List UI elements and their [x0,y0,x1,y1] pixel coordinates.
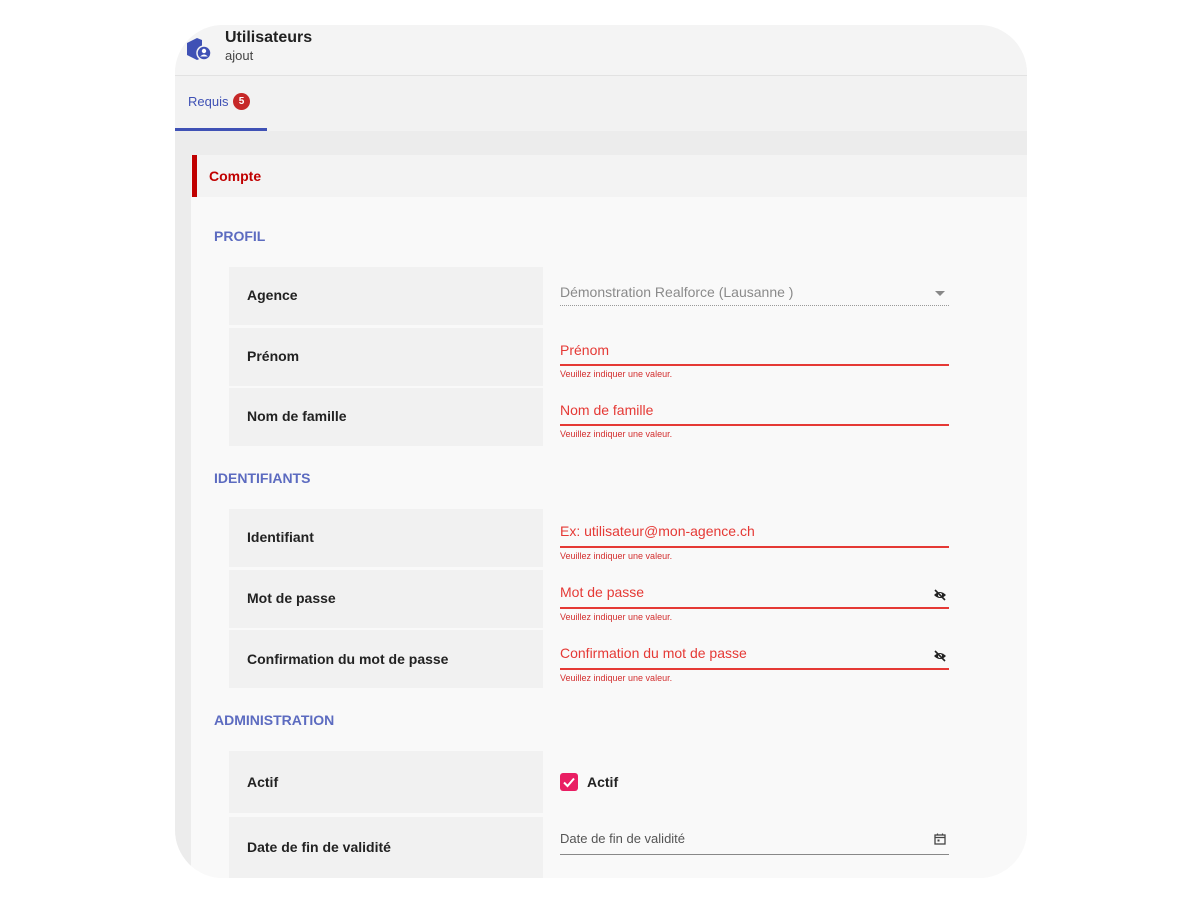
form-content: Compte PROFIL Agence Démonstration Realf… [191,155,1027,878]
field-label: Mot de passe [247,590,336,606]
input-placeholder: Prénom [560,342,610,358]
field-label: Confirmation du mot de passe [247,651,449,667]
tab-label: Requis [188,94,229,109]
input-placeholder: Ex: utilisateur@mon-agence.ch [560,523,755,539]
label-cell-date-fin: Date de fin de validité [229,817,543,878]
field-underline [560,305,949,306]
check-icon [563,777,575,788]
actif-checkbox[interactable] [560,773,578,791]
field-underline [560,546,949,548]
error-message: Veuillez indiquer une valeur. [560,612,673,622]
page-subtitle: ajout [225,48,254,63]
group-title-identifiants: IDENTIFIANTS [214,470,311,486]
field-label: Prénom [247,348,300,364]
input-placeholder: Nom de famille [560,402,654,418]
field-underline [560,668,949,670]
field-label: Actif [247,774,279,790]
label-cell-password: Mot de passe [229,570,543,628]
error-message: Veuillez indiquer une valeur. [560,429,673,439]
date-fin-input[interactable]: Date de fin de validité [560,817,949,878]
input-placeholder: Confirmation du mot de passe [560,645,747,661]
error-message: Veuillez indiquer une valeur. [560,673,673,683]
field-label: Identifiant [247,529,314,545]
app-window: Utilisateurs ajout Requis 5 Compte PROFI… [175,25,1027,878]
app-header: Utilisateurs ajout [175,25,1027,76]
eye-off-icon[interactable] [933,649,947,662]
label-cell-password-confirm: Confirmation du mot de passe [229,630,543,688]
field-underline [560,607,949,609]
label-cell-actif: Actif [229,751,543,813]
password-confirm-input[interactable]: Confirmation du mot de passe Veuillez in… [560,630,949,688]
label-cell-agence: Agence [229,267,543,325]
page-title: Utilisateurs [225,29,313,46]
eye-off-icon[interactable] [933,588,947,601]
nom-input[interactable]: Nom de famille Veuillez indiquer une val… [560,388,949,446]
user-group-icon [185,36,213,62]
tab-bar: Requis 5 [175,76,1027,131]
input-placeholder: Date de fin de validité [560,831,686,846]
field-label: Agence [247,287,298,303]
label-cell-identifiant: Identifiant [229,509,543,567]
section-indicator [192,155,197,197]
chevron-down-icon [935,291,945,296]
error-message: Veuillez indiquer une valeur. [560,369,673,379]
field-underline [560,364,949,366]
prenom-input[interactable]: Prénom Veuillez indiquer une valeur. [560,328,949,386]
section-title: Compte [209,168,262,184]
field-underline [560,424,949,426]
field-underline [560,854,949,855]
group-title-profil: PROFIL [214,228,266,244]
tab-badge: 5 [233,93,250,110]
password-input[interactable]: Mot de passe Veuillez indiquer une valeu… [560,570,949,628]
group-title-administration: ADMINISTRATION [214,712,335,728]
section-header[interactable]: Compte [191,155,1027,197]
agence-select[interactable]: Démonstration Realforce (Lausanne ) [560,267,949,325]
identifiant-input[interactable]: Ex: utilisateur@mon-agence.ch Veuillez i… [560,509,949,567]
label-cell-nom: Nom de famille [229,388,543,446]
label-cell-prenom: Prénom [229,328,543,386]
input-placeholder: Mot de passe [560,584,645,600]
select-value: Démonstration Realforce (Lausanne ) [560,284,794,300]
left-rail [175,155,191,878]
tab-separator [175,131,1027,155]
field-label: Date de fin de validité [247,839,391,855]
calendar-icon[interactable] [934,832,946,845]
error-message: Veuillez indiquer une valeur. [560,551,673,561]
checkbox-label[interactable]: Actif [587,774,618,790]
tab-requis[interactable]: Requis 5 [175,76,267,131]
field-label: Nom de famille [247,408,347,424]
